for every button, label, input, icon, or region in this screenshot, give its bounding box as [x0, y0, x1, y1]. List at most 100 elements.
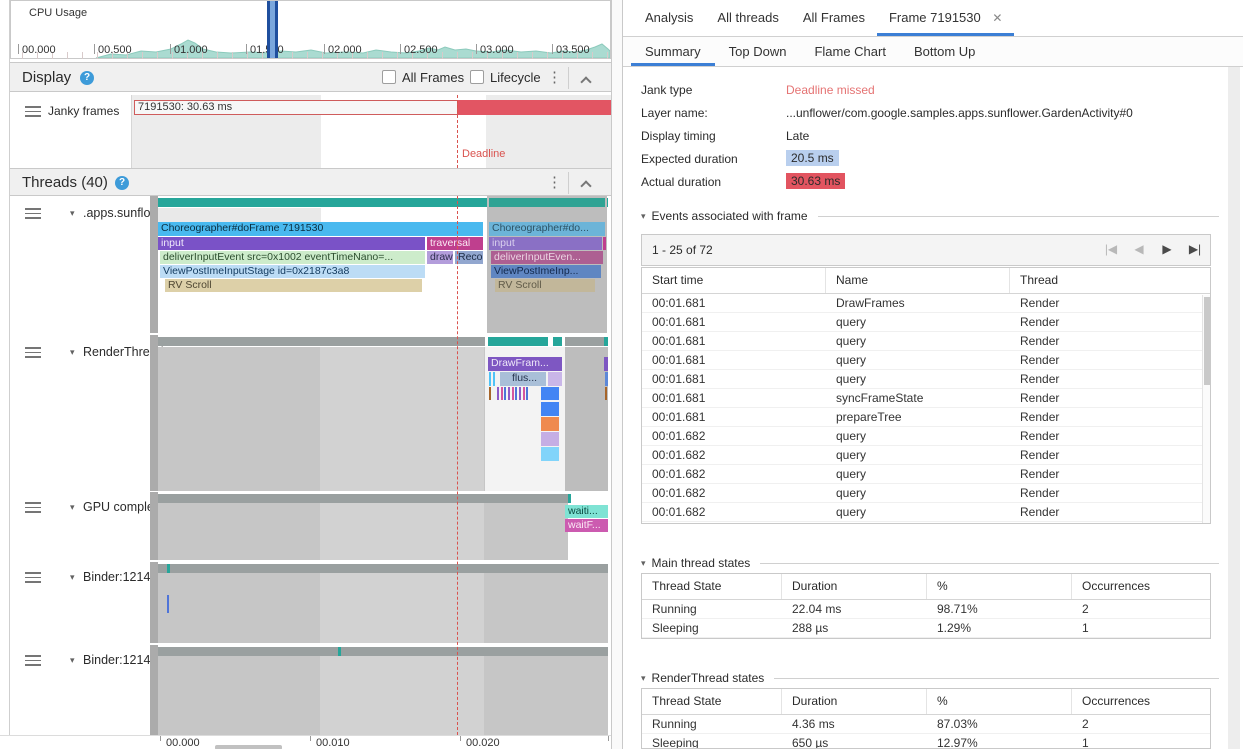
tab-analysis[interactable]: Analysis	[633, 0, 705, 36]
subtab-flame-chart[interactable]: Flame Chart	[800, 37, 900, 66]
renderthread-states-header[interactable]: ▾ RenderThread states	[641, 671, 1219, 685]
timeline-range-selection[interactable]	[267, 1, 278, 58]
more-options-icon[interactable]: ⋮	[547, 68, 561, 86]
table-row[interactable]: 00:01.681queryRender	[642, 332, 1210, 351]
table-row[interactable]: Sleeping288 µs1.29%1	[642, 619, 1210, 638]
table-row[interactable]: 00:01.682queryRender	[642, 503, 1210, 522]
trace-event-bar[interactable]	[605, 372, 608, 386]
table-row[interactable]: 00:01.681DrawFramesRender	[642, 294, 1210, 313]
collapse-triangle-icon[interactable]: ▾	[70, 502, 75, 513]
horizontal-scrollbar[interactable]	[215, 745, 282, 749]
prev-page-icon[interactable]: ◀	[1132, 242, 1146, 256]
tab-all-frames[interactable]: All Frames	[791, 0, 877, 36]
help-icon[interactable]: ?	[115, 176, 129, 190]
table-row[interactable]: 00:01.681syncFrameStateRender	[642, 389, 1210, 408]
collapse-chevron-icon[interactable]	[582, 76, 590, 84]
collapse-triangle-icon[interactable]: ▾	[641, 673, 646, 684]
trace-event-bar[interactable]: ViewPostImeInp...	[491, 265, 601, 278]
trace-event-bar[interactable]	[541, 417, 559, 431]
trace-event-bar[interactable]: deliverInputEvent src=0x1002 eventTimeNa…	[160, 251, 425, 264]
trace-event-bar[interactable]: ViewPostImeInputStage id=0x2187c3a8	[160, 265, 425, 278]
trace-event-bar[interactable]: draw	[427, 251, 453, 264]
collapse-triangle-icon[interactable]: ▾	[70, 347, 75, 358]
table-row[interactable]: 00:01.682queryRender	[642, 427, 1210, 446]
trace-event-bar[interactable]: DrawFram...	[488, 357, 562, 371]
drag-handle-icon[interactable]	[25, 347, 41, 358]
panel-vertical-scrollbar[interactable]	[1228, 67, 1240, 749]
trace-event-bar[interactable]: waiti...	[565, 505, 608, 518]
janky-frame-event[interactable]: 7191530: 30.63 ms	[134, 100, 458, 115]
table-row[interactable]: 00:01.682queryRender	[642, 484, 1210, 503]
trace-event-bar[interactable]	[489, 387, 491, 400]
table-row[interactable]: 00:01.681queryRender	[642, 313, 1210, 332]
trace-event-bar[interactable]: RV Scroll	[165, 279, 422, 292]
collapse-triangle-icon[interactable]: ▾	[70, 655, 75, 666]
table-row[interactable]: 00:01.682queryRender	[642, 446, 1210, 465]
main-thread-states-header[interactable]: ▾ Main thread states	[641, 556, 1219, 570]
table-row[interactable]: Running4.36 ms87.03%2	[642, 715, 1210, 734]
last-page-icon[interactable]: ▶|	[1188, 242, 1202, 256]
collapse-chevron-icon[interactable]	[582, 180, 590, 188]
trace-event-bar[interactable]: input	[158, 237, 425, 250]
trace-event-bar[interactable]: RV Scroll	[495, 279, 595, 292]
trace-event-bar[interactable]: input	[489, 237, 602, 250]
column-header[interactable]: Duration	[782, 574, 927, 599]
tab-frame-7191530[interactable]: Frame 7191530 ✕	[877, 0, 1014, 36]
events-section-header[interactable]: ▾ Events associated with frame	[641, 209, 1219, 223]
column-header[interactable]: Occurrences	[1072, 574, 1210, 599]
column-header[interactable]: Occurrences	[1072, 689, 1210, 714]
scrollbar-thumb[interactable]	[1204, 297, 1210, 385]
table-row[interactable]: 00:01.681prepareTreeRender	[642, 408, 1210, 427]
trace-event-bar[interactable]	[541, 432, 559, 446]
help-icon[interactable]: ?	[80, 71, 94, 85]
column-header[interactable]: Thread	[1010, 268, 1202, 293]
collapse-triangle-icon[interactable]: ▾	[70, 208, 75, 219]
column-header[interactable]: Start time	[642, 268, 826, 293]
collapse-triangle-icon[interactable]: ▾	[641, 211, 646, 222]
trace-event-bar[interactable]	[541, 447, 559, 461]
table-row[interactable]: 00:01.681queryRender	[642, 370, 1210, 389]
close-tab-icon[interactable]: ✕	[992, 11, 1002, 25]
column-header[interactable]: %	[927, 574, 1072, 599]
collapse-triangle-icon[interactable]: ▾	[641, 558, 646, 569]
table-row[interactable]: Sleeping650 µs12.97%1	[642, 734, 1210, 749]
trace-event-cluster[interactable]	[497, 387, 530, 400]
more-options-icon[interactable]: ⋮	[547, 173, 561, 191]
panel-divider[interactable]	[611, 0, 612, 749]
table-row[interactable]: Running22.04 ms98.71%2	[642, 600, 1210, 619]
events-table-scrollbar[interactable]	[1202, 295, 1210, 523]
subtab-bottom-up[interactable]: Bottom Up	[900, 37, 989, 66]
trace-event-bar[interactable]	[489, 372, 491, 386]
collapse-triangle-icon[interactable]: ▾	[70, 572, 75, 583]
column-header[interactable]: Thread State	[642, 689, 782, 714]
trace-event-bar[interactable]: Choreographer#doFrame 7191530	[158, 222, 483, 236]
trace-event-bar[interactable]: deliverInputEven...	[491, 251, 603, 264]
lifecycle-checkbox[interactable]	[470, 70, 484, 84]
trace-event-bar[interactable]	[548, 372, 562, 386]
column-header[interactable]: %	[927, 689, 1072, 714]
drag-handle-icon[interactable]	[25, 572, 41, 583]
drag-handle-icon[interactable]	[25, 655, 41, 666]
trace-event-bar[interactable]: Choreographer#do...	[489, 222, 605, 236]
trace-event-bar[interactable]: traversal	[427, 237, 483, 250]
next-page-icon[interactable]: ▶	[1160, 242, 1174, 256]
table-row[interactable]: 00:01.681queryRender	[642, 351, 1210, 370]
trace-event-bar[interactable]: Record ...	[455, 251, 483, 264]
trace-event-bar[interactable]: flus...	[500, 372, 546, 386]
column-header[interactable]: Thread State	[642, 574, 782, 599]
column-header[interactable]: Duration	[782, 689, 927, 714]
first-page-icon[interactable]: |◀	[1104, 242, 1118, 256]
drag-handle-icon[interactable]	[25, 106, 41, 117]
trace-event-bar[interactable]	[541, 402, 559, 416]
column-header[interactable]: Name	[826, 268, 1010, 293]
trace-event-bar[interactable]	[541, 387, 559, 400]
trace-event-bar[interactable]	[604, 357, 608, 371]
subtab-top-down[interactable]: Top Down	[715, 37, 801, 66]
trace-event-bar[interactable]	[605, 387, 607, 400]
trace-event-bar[interactable]	[603, 237, 606, 250]
tab-all-threads[interactable]: All threads	[705, 0, 790, 36]
drag-handle-icon[interactable]	[25, 502, 41, 513]
trace-event-bar[interactable]: waitF...	[565, 519, 608, 532]
trace-event-bar[interactable]	[167, 595, 169, 613]
all-frames-checkbox[interactable]	[382, 70, 396, 84]
